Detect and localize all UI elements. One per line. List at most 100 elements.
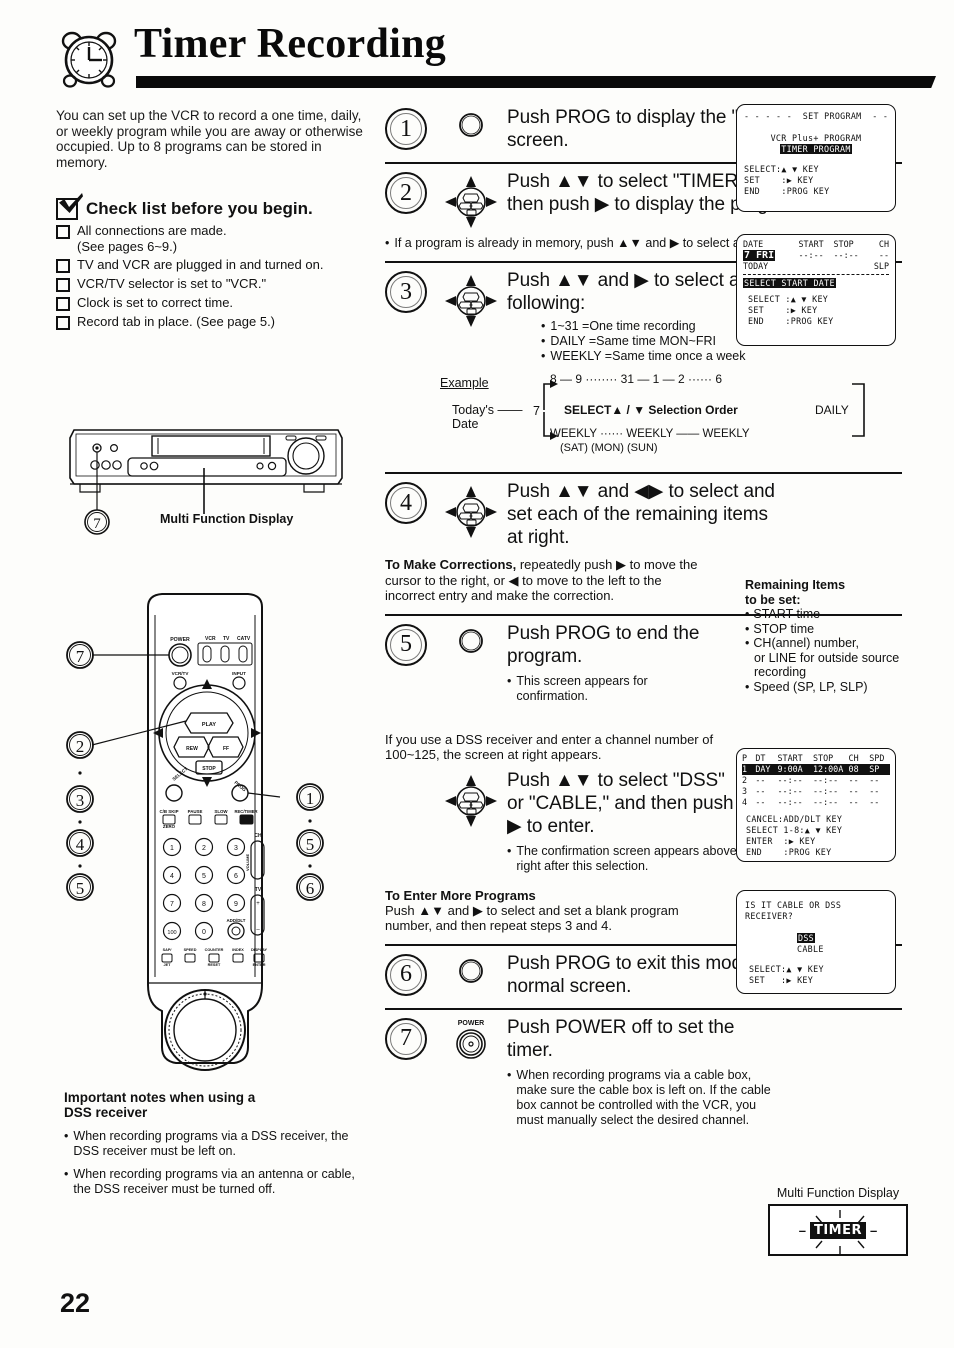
table-row[interactable]: 1 DAY 9:00A 12:00A 08 SP [742,764,890,775]
step-note: • When recording programs via a cable bo… [507,1068,772,1128]
page-title: Timer Recording [134,21,447,67]
checklist-item[interactable]: VCR/TV selector is set to "VCR." [56,276,366,292]
svg-text:3: 3 [234,845,238,852]
osd-option-timer-program[interactable]: TIMER PROGRAM [744,144,888,155]
prog-button-icon [435,106,507,140]
multi-function-display-box: – TIMER – [768,1204,908,1256]
svg-text:1: 1 [306,789,315,808]
osd-row-ch[interactable]: -- [867,250,889,261]
more-programs-block: To Enter More Programs Push ▲▼ and ▶ to … [385,888,725,934]
svg-text:100: 100 [167,930,176,936]
bullet-icon: • [745,636,750,650]
svg-text:2: 2 [202,845,206,852]
table-row[interactable]: 2 -- --:-- --:-- -- -- [742,775,890,786]
osd-cell-ch: -- [848,797,859,807]
step-heading: Push PROG to end the program. [507,622,700,667]
power-button-icon: POWER [435,1016,507,1061]
step-bullet-text: DAILY =Same time MON~FRI [550,334,716,348]
osd-col-spd: SPD [869,753,885,763]
osd-cell-stop: --:-- [813,775,839,785]
todays-date-line1: Today's [452,403,494,417]
osd-cell-stop: --:-- [813,786,839,796]
checkbox-icon[interactable] [56,316,70,330]
multi-function-display-panel: Multi Function Display – TIMER – [768,1186,908,1256]
checkbox-icon[interactable] [56,225,70,239]
svg-text:VOLUME: VOLUME [245,854,250,871]
osd-cell-ch: -- [848,786,859,796]
svg-text:+: + [256,901,260,907]
checklist-header: Check list before you begin. [56,198,366,220]
svg-text:4: 4 [76,835,85,854]
dss-step-heading: Push ▲▼ to select "DSS" or "CABLE," and … [507,769,734,837]
osd-col-p: P [742,753,748,763]
osd-key-hint: SET :▶ KEY [748,305,818,315]
checkbox-icon[interactable] [56,259,70,273]
osd-col-date: DATE [743,239,764,249]
checklist-item-label: Clock is set to correct time. [77,295,234,310]
svg-text:VCR/TV: VCR/TV [172,671,190,676]
osd-cell-dt: -- [755,797,766,807]
osd-cell-stop: --:-- [813,797,839,807]
vcr-front-panel-illustration: 7 [56,418,356,548]
important-note-text: When recording programs via a DSS receiv… [73,1129,349,1158]
checklist-item-label: VCR/TV selector is set to "VCR." [77,276,267,291]
osd-row-stop[interactable]: --:-- [834,250,868,261]
manual-page: Timer Recording You can set up the VCR t… [0,0,954,1348]
step-number: 6 [385,953,427,996]
checklist-item[interactable]: All connections are made. [56,223,366,239]
bullet-icon: • [64,1129,69,1143]
remaining-title-line1: Remaining Items [745,578,846,592]
table-row[interactable]: 4 -- --:-- --:-- -- -- [742,797,890,808]
svg-text:ADD/DLT: ADD/DLT [227,918,246,923]
osd-key-hint: CANCEL:ADD/DLT KEY [746,814,843,824]
osd-row-start[interactable]: --:-- [798,250,833,261]
svg-text:5: 5 [306,835,315,854]
important-note-text: When recording programs via an antenna o… [73,1167,355,1196]
selection-order-example-diagram: Example Today's —— Date 7 8 — 9 ········… [440,370,880,462]
example-label: Example [440,376,489,390]
osd-cell-start: --:-- [777,786,803,796]
osd-option-cable[interactable]: CABLE [745,944,887,955]
svg-text:CATV: CATV [237,636,251,642]
notes-title-line1: Important notes when using a [64,1090,256,1105]
checklist: Check list before you begin. All connect… [56,198,366,330]
remaining-items-list: Remaining Items to be set: • START time … [745,578,915,694]
important-note-item: • When recording programs via a DSS rece… [64,1129,364,1158]
svg-text:1: 1 [170,845,174,852]
osd-row-date-value: 7 FRI [743,250,776,261]
osd-option-dss[interactable]: DSS [745,933,887,944]
osd-key-hint: SELECT:▲ ▼ KEY [744,164,819,174]
svg-text:SPEED: SPEED [184,948,197,952]
remaining-item-text: START time [753,607,821,621]
table-row[interactable]: 7 FRI --:-- --:-- -- [743,250,889,261]
checkbox-icon[interactable] [56,278,70,292]
osd-option-vcrplus[interactable]: VCR Plus+ PROGRAM [744,133,888,144]
osd-cell-spd: SP [869,764,880,774]
checkbox-icon[interactable] [56,297,70,311]
osd-question-line1: IS IT CABLE OR DSS [745,900,842,910]
osd-cell-ch: -- [848,775,859,785]
step-number-spacer [385,769,435,771]
osd-cell-start: --:-- [777,797,803,807]
svg-text:RESET: RESET [208,963,221,967]
osd-key-hint: SELECT :▲ ▼ KEY [748,294,829,304]
osd-cell-spd: -- [869,797,880,807]
osd-date-table: DATE START STOP CH 7 FRI --:-- --:-- -- … [743,239,889,272]
osd-key-hint: END :PROG KEY [748,316,834,326]
checklist-item[interactable]: TV and VCR are plugged in and turned on. [56,257,366,273]
osd-dss-cable-screen: IS IT CABLE OR DSS RECEIVER? DSS CABLE S… [736,890,896,994]
osd-cell-start: 9:00A [777,764,803,774]
svg-text:0: 0 [202,929,206,936]
svg-text:COUNTER: COUNTER [205,948,224,952]
remaining-title-line2: to be set: [745,592,801,607]
checklist-item[interactable]: Record tab in place. (See page 5.) [56,314,366,330]
table-row[interactable]: 3 -- --:-- --:-- -- -- [742,786,890,797]
bullet-icon: • [507,843,512,858]
svg-text:7: 7 [93,516,101,532]
osd-row-date[interactable]: 7 FRI [743,250,798,261]
osd-status-label: SELECT START DATE [743,278,836,288]
checklist-item[interactable]: Clock is set to correct time. [56,295,366,311]
remaining-item: • START time [745,607,915,622]
svg-text:7: 7 [76,647,85,666]
table-header-row: P DT START STOP CH SPD [742,753,890,764]
